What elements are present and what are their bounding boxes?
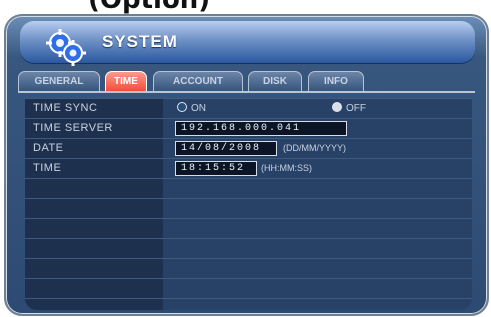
date-label: DATE [33,142,64,154]
time-server-input[interactable]: 192.168.000.041 [175,121,347,136]
time-format-hint: (HH:MM:SS) [261,163,312,173]
time-label: TIME [33,162,62,174]
row-date: DATE 14/08/2008 (DD/MM/YYYY) [25,138,472,159]
time-sync-off-label: OFF [346,103,366,114]
time-sync-on-label: ON [191,103,206,114]
row-time-server: TIME SERVER 192.168.000.041 [25,118,472,139]
tab-info[interactable]: INFO [308,71,364,91]
system-settings-window: SYSTEM GENERAL TIME ACCOUNT DISK INFO TI… [4,14,489,316]
tab-underline [18,91,475,93]
empty-row [25,218,472,239]
row-time-sync: TIME SYNC ON OFF [25,98,472,119]
time-settings-content: TIME SYNC ON OFF TIME SERVER 192.168.000… [25,98,472,310]
window-title: SYSTEM [102,32,178,51]
empty-row [25,178,472,199]
date-input[interactable]: 14/08/2008 [175,141,277,156]
window-title-bar: SYSTEM [20,21,475,66]
radio-off-icon [332,102,342,112]
time-server-label: TIME SERVER [33,122,113,134]
radio-on-icon [177,102,187,112]
row-time: TIME 18:15:52 (HH:MM:SS) [25,158,472,179]
tab-account[interactable]: ACCOUNT [153,71,243,91]
date-format-hint: (DD/MM/YYYY) [283,143,346,153]
gear-icon [42,25,88,71]
time-sync-on-radio[interactable]: ON [177,102,206,114]
time-sync-off-radio[interactable]: OFF [332,102,366,114]
empty-row [25,258,472,279]
time-sync-label: TIME SYNC [33,102,98,114]
empty-row [25,238,472,259]
tab-disk[interactable]: DISK [248,71,302,91]
tab-general[interactable]: GENERAL [18,71,100,91]
time-input[interactable]: 18:15:52 [175,161,257,176]
tab-time[interactable]: TIME [105,71,147,91]
top-caption: (Option) [88,0,211,15]
empty-row [25,298,472,310]
empty-row [25,278,472,299]
empty-row [25,198,472,219]
